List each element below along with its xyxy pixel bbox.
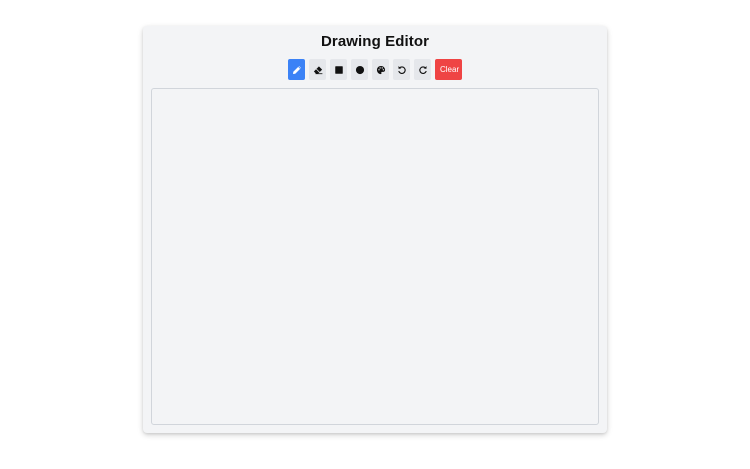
drawing-canvas[interactable] <box>151 88 599 425</box>
redo-icon <box>418 65 427 74</box>
clear-button[interactable]: Clear <box>435 59 462 80</box>
rectangle-tool-button[interactable] <box>330 59 347 80</box>
color-tool-button[interactable] <box>372 59 389 80</box>
eraser-icon <box>313 65 322 74</box>
undo-tool-button[interactable] <box>393 59 410 80</box>
editor-title: Drawing Editor <box>320 33 430 50</box>
circle-tool-button[interactable] <box>351 59 368 80</box>
page: Drawing Editor Clear <box>0 0 750 469</box>
pencil-icon <box>292 65 301 74</box>
square-icon <box>334 65 343 74</box>
toolbar: Clear <box>143 59 607 80</box>
pencil-tool-button[interactable] <box>288 59 305 80</box>
circle-icon <box>355 65 364 74</box>
redo-tool-button[interactable] <box>414 59 431 80</box>
palette-icon <box>376 65 385 74</box>
eraser-tool-button[interactable] <box>309 59 326 80</box>
drawing-editor-panel: Drawing Editor Clear <box>143 26 607 433</box>
undo-icon <box>397 65 406 74</box>
